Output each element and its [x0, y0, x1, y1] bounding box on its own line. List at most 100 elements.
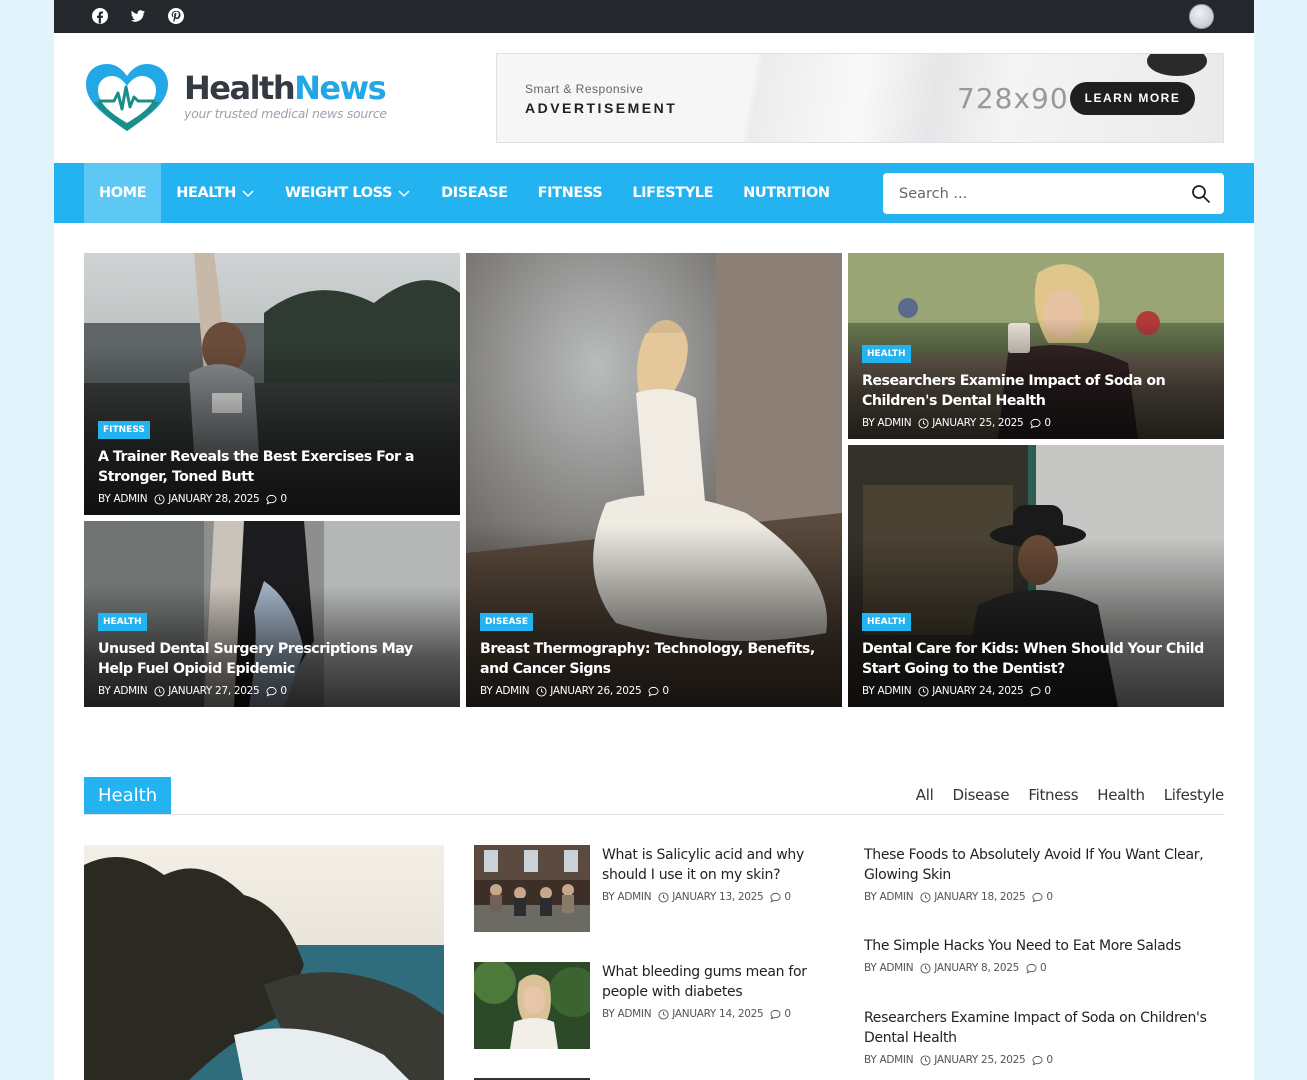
comment-count[interactable]: 0: [1044, 417, 1051, 429]
filter-health[interactable]: Health: [1097, 786, 1145, 804]
post-info: FITNESS A Trainer Reveals the Best Exerc…: [98, 419, 446, 505]
post-date[interactable]: JANUARY 26, 2025: [550, 685, 641, 697]
nav-item-home[interactable]: HOME: [84, 163, 162, 223]
post-author[interactable]: BY ADMIN: [864, 1054, 914, 1066]
list-item[interactable]: What bleeding gums mean for people with …: [474, 962, 834, 1052]
social-links: [91, 7, 185, 25]
post-title[interactable]: What is Salicylic acid and why should I …: [602, 845, 832, 885]
post-date[interactable]: JANUARY 27, 2025: [168, 685, 259, 697]
post-author[interactable]: BY ADMIN: [480, 685, 530, 697]
ad-subtitle: Smart & Responsive: [525, 82, 644, 96]
post-title[interactable]: Researchers Examine Impact of Soda on Ch…: [862, 371, 1210, 411]
twitter-icon[interactable]: [129, 7, 147, 25]
post-title[interactable]: A Trainer Reveals the Best Exercises For…: [98, 447, 446, 487]
nav-item-disease[interactable]: DISEASE: [426, 163, 523, 223]
post-title[interactable]: The Simple Hacks You Need to Eat More Sa…: [864, 936, 1224, 956]
category-badge[interactable]: FITNESS: [98, 421, 150, 439]
chevron-down-icon: [242, 190, 254, 198]
post-date[interactable]: JANUARY 28, 2025: [168, 493, 259, 505]
category-badge[interactable]: HEALTH: [862, 613, 911, 631]
list-item[interactable]: Researchers Examine Impact of Soda on Ch…: [864, 1008, 1224, 1066]
category-badge[interactable]: HEALTH: [98, 613, 147, 631]
advertisement-banner[interactable]: Smart & Responsive ADVERTISEMENT 728x90 …: [496, 53, 1224, 143]
comment-icon: [770, 1009, 781, 1019]
site-logo[interactable]: HealthNews your trusted medical news sou…: [84, 63, 387, 133]
clock-icon: [536, 685, 547, 697]
comment-count[interactable]: 0: [662, 685, 669, 697]
list-item[interactable]: The Simple Hacks You Need to Eat More Sa…: [864, 936, 1224, 974]
nav-item-fitness[interactable]: FITNESS: [523, 163, 618, 223]
post-date[interactable]: JANUARY 24, 2025: [932, 685, 1023, 697]
post-author[interactable]: BY ADMIN: [862, 417, 912, 429]
post-info: HEALTH Unused Dental Surgery Prescriptio…: [98, 611, 446, 697]
search-input[interactable]: [883, 173, 1173, 214]
page: HealthNews your trusted medical news sou…: [54, 0, 1254, 1080]
post-title[interactable]: These Foods to Absolutely Avoid If You W…: [864, 845, 1224, 885]
filter-fitness[interactable]: Fitness: [1028, 786, 1078, 804]
comment-count[interactable]: 0: [1044, 685, 1051, 697]
section-lead-image[interactable]: [84, 845, 444, 1080]
post-author[interactable]: BY ADMIN: [98, 685, 148, 697]
post-author[interactable]: BY ADMIN: [602, 891, 652, 903]
post-title[interactable]: Dental Care for Kids: When Should Your C…: [862, 639, 1210, 679]
post-date[interactable]: JANUARY 8, 2025: [934, 962, 1019, 974]
featured-post-card[interactable]: HEALTH Unused Dental Surgery Prescriptio…: [84, 521, 460, 707]
post-author[interactable]: BY ADMIN: [98, 493, 148, 505]
featured-post-card[interactable]: HEALTH Dental Care for Kids: When Should…: [848, 445, 1224, 707]
nav-item-health[interactable]: HEALTH: [161, 163, 270, 223]
header: HealthNews your trusted medical news sou…: [54, 33, 1254, 163]
comment-icon: [648, 686, 659, 696]
filter-lifestyle[interactable]: Lifestyle: [1164, 786, 1225, 804]
post-thumbnail[interactable]: [474, 845, 590, 932]
featured-post-card[interactable]: FITNESS A Trainer Reveals the Best Exerc…: [84, 253, 460, 515]
post-meta: BY ADMIN JANUARY 24, 2025 0: [862, 685, 1210, 697]
avatar[interactable]: [1189, 4, 1214, 29]
section-title: Health: [84, 777, 172, 814]
featured-post-card[interactable]: DISEASE Breast Thermography: Technology,…: [466, 253, 842, 707]
post-title[interactable]: Unused Dental Surgery Prescriptions May …: [98, 639, 446, 679]
post-title[interactable]: What bleeding gums mean for people with …: [602, 962, 832, 1002]
post-image: [474, 962, 590, 1049]
post-date[interactable]: JANUARY 13, 2025: [672, 891, 763, 903]
nav-item-nutrition[interactable]: NUTRITION: [728, 163, 845, 223]
post-author[interactable]: BY ADMIN: [602, 1008, 652, 1020]
comment-count[interactable]: 0: [280, 493, 287, 505]
clock-icon: [920, 891, 931, 903]
comment-count[interactable]: 0: [784, 1008, 791, 1020]
nav-item-lifestyle[interactable]: LIFESTYLE: [617, 163, 728, 223]
comment-count[interactable]: 0: [784, 891, 791, 903]
comment-count[interactable]: 0: [1040, 962, 1047, 974]
nav-item-weight-loss[interactable]: WEIGHT LOSS: [270, 163, 426, 223]
post-author[interactable]: BY ADMIN: [864, 891, 914, 903]
post-date[interactable]: JANUARY 14, 2025: [672, 1008, 763, 1020]
post-author[interactable]: BY ADMIN: [862, 685, 912, 697]
category-badge[interactable]: HEALTH: [862, 345, 911, 363]
filter-all[interactable]: All: [916, 786, 934, 804]
comment-icon: [1032, 892, 1043, 902]
comment-count[interactable]: 0: [280, 685, 287, 697]
ad-learn-more-button[interactable]: LEARN MORE: [1070, 82, 1195, 115]
list-item[interactable]: These Foods to Absolutely Avoid If You W…: [864, 845, 1224, 903]
filter-disease[interactable]: Disease: [952, 786, 1009, 804]
post-date[interactable]: JANUARY 25, 2025: [934, 1054, 1025, 1066]
post-date[interactable]: JANUARY 25, 2025: [932, 417, 1023, 429]
pinterest-icon[interactable]: [167, 7, 185, 25]
featured-post-card[interactable]: HEALTH Researchers Examine Impact of Sod…: [848, 253, 1224, 439]
search-box: [883, 173, 1224, 214]
post-author[interactable]: BY ADMIN: [864, 962, 914, 974]
post-info: HEALTH Researchers Examine Impact of Sod…: [862, 343, 1210, 429]
clock-icon: [918, 685, 929, 697]
section-header: Health All Disease Fitness Health Lifest…: [84, 777, 1224, 815]
list-item[interactable]: What is Salicylic acid and why should I …: [474, 845, 834, 935]
facebook-icon[interactable]: [91, 7, 109, 25]
post-title[interactable]: Researchers Examine Impact of Soda on Ch…: [864, 1008, 1224, 1048]
comment-count[interactable]: 0: [1046, 891, 1053, 903]
comment-count[interactable]: 0: [1046, 1054, 1053, 1066]
post-meta: BY ADMIN JANUARY 13, 2025 0: [602, 891, 832, 903]
post-thumbnail[interactable]: [474, 962, 590, 1049]
post-title[interactable]: Breast Thermography: Technology, Benefit…: [480, 639, 828, 679]
category-badge[interactable]: DISEASE: [480, 613, 534, 631]
post-date[interactable]: JANUARY 18, 2025: [934, 891, 1025, 903]
comment-icon: [1030, 686, 1041, 696]
search-icon[interactable]: [1190, 183, 1212, 205]
